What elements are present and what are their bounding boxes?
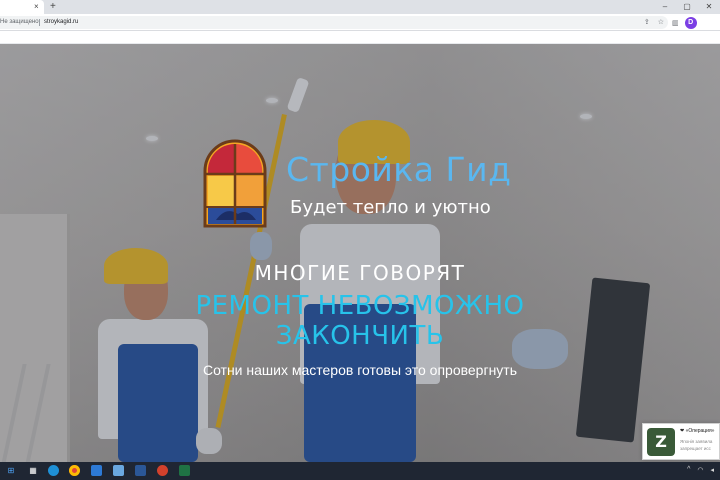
address-separator bbox=[39, 19, 40, 26]
notification-widget[interactable]: Z ❤ «Операция» Японія заявила запрещает … bbox=[642, 423, 720, 460]
notification-icon: Z bbox=[647, 428, 675, 456]
hero-overlay bbox=[0, 44, 720, 462]
edge-browser-icon[interactable] bbox=[48, 465, 59, 476]
hero-heading: МНОГИЕ ГОВОРЯТ bbox=[254, 261, 466, 285]
windows-taskbar: ⊞ ▦ ^ ◠ ◂ bbox=[0, 462, 720, 480]
toolbar-right: ▥ D bbox=[672, 16, 697, 29]
maximize-icon[interactable]: ▢ bbox=[676, 0, 698, 14]
hero-accent-line-2: ЗАКОНЧИТЬ bbox=[275, 321, 445, 351]
browser-tab[interactable]: × bbox=[0, 0, 44, 14]
security-label[interactable]: Не защищено bbox=[0, 16, 39, 29]
close-window-icon[interactable]: ✕ bbox=[698, 0, 720, 14]
word-app-icon[interactable] bbox=[135, 465, 146, 476]
window-controls: – ▢ ✕ bbox=[654, 0, 720, 14]
brand-name: Стройка Гид bbox=[286, 150, 512, 189]
notification-title: ❤ «Операция» bbox=[680, 428, 715, 434]
omnibox-actions: ⇪ ☆ bbox=[644, 16, 664, 29]
side-panel-icon[interactable]: ▥ bbox=[672, 19, 679, 27]
calendar-app-icon[interactable]: ▦ bbox=[26, 464, 40, 478]
chrome-browser-icon[interactable] bbox=[69, 465, 80, 476]
opera-app-icon[interactable] bbox=[157, 465, 168, 476]
mail-app-icon[interactable] bbox=[91, 465, 102, 476]
hero-section: Стройка Гид Будет тепло и уютно МНОГИЕ Г… bbox=[0, 44, 720, 462]
screen: × + – ▢ ✕ Не защищено stroykagid.ru ⇪ ☆ … bbox=[0, 0, 720, 480]
hero-accent-line-1: РЕМОНТ НЕВОЗМОЖНО bbox=[195, 291, 525, 321]
close-tab-icon[interactable]: × bbox=[34, 1, 39, 13]
brand-tagline: Будет тепло и уютно bbox=[290, 197, 491, 218]
share-icon[interactable]: ⇪ bbox=[644, 16, 650, 29]
hero-accent-heading: РЕМОНТ НЕВОЗМОЖНО ЗАКОНЧИТЬ bbox=[0, 291, 720, 351]
bookmarks-bar bbox=[0, 31, 720, 44]
start-menu-icon[interactable]: ⊞ bbox=[4, 464, 18, 478]
notification-text-line-1: Японія заявила bbox=[680, 439, 713, 444]
window-logo-icon bbox=[203, 139, 267, 228]
new-tab-button[interactable]: + bbox=[50, 0, 56, 14]
file-explorer-icon[interactable] bbox=[113, 465, 124, 476]
profile-avatar[interactable]: D bbox=[684, 16, 697, 29]
excel-app-icon[interactable] bbox=[179, 465, 190, 476]
system-tray: ^ ◠ ◂ bbox=[687, 466, 714, 474]
network-icon[interactable]: ◠ bbox=[697, 466, 703, 474]
notification-text-line-2: запрещает исс bbox=[680, 446, 711, 451]
minimize-icon[interactable]: – bbox=[654, 0, 676, 14]
tab-strip: × + – ▢ ✕ bbox=[0, 0, 720, 14]
url-text[interactable]: stroykagid.ru bbox=[44, 16, 78, 29]
browser-toolbar: Не защищено stroykagid.ru ⇪ ☆ ▥ D bbox=[0, 14, 720, 31]
bookmark-star-icon[interactable]: ☆ bbox=[658, 16, 664, 29]
tray-chevron-icon[interactable]: ^ bbox=[687, 466, 690, 474]
address-bar[interactable]: Не защищено stroykagid.ru ⇪ ☆ bbox=[0, 16, 668, 29]
hero-subheading: Сотни наших мастеров готовы это опроверг… bbox=[202, 362, 518, 378]
volume-icon[interactable]: ◂ bbox=[710, 466, 714, 474]
